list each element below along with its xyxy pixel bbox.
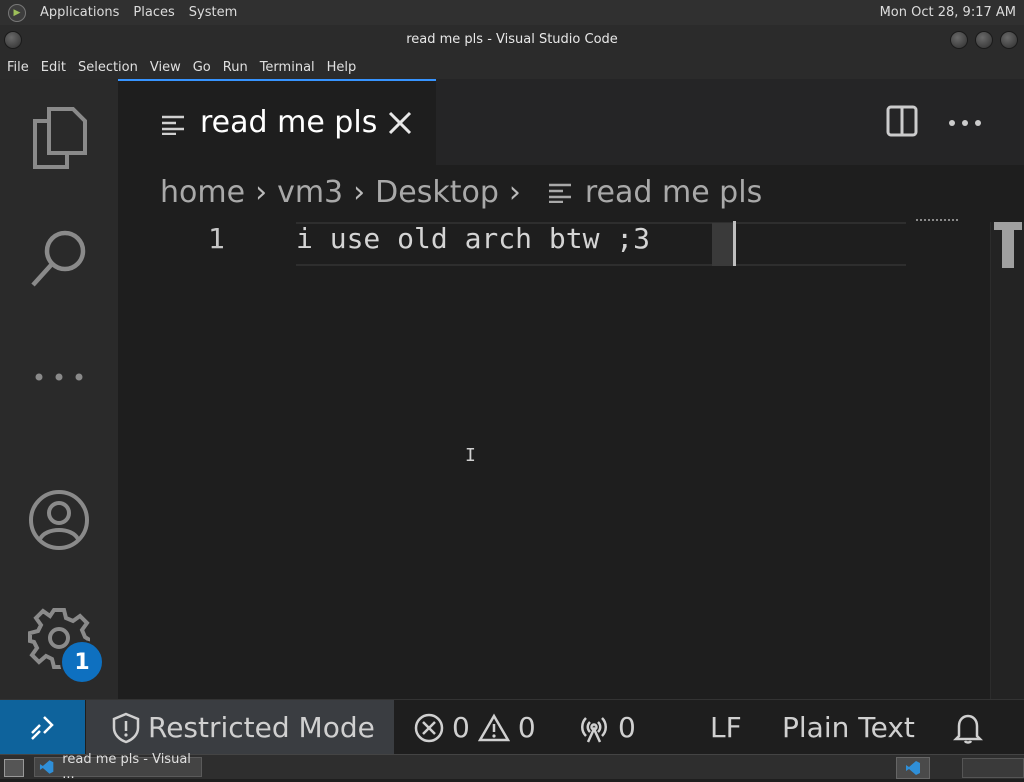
warning-count: 0 bbox=[517, 711, 536, 744]
places-menu[interactable]: Places bbox=[133, 5, 174, 20]
ports-count: 0 bbox=[618, 711, 636, 744]
clock[interactable]: Mon Oct 28, 9:17 AM bbox=[880, 5, 1016, 20]
activity-bar: 1 bbox=[0, 79, 118, 699]
maximize-icon[interactable] bbox=[975, 31, 993, 49]
minimap-line bbox=[916, 219, 958, 224]
more-actions-icon[interactable] bbox=[948, 119, 982, 127]
menubar: File Edit Selection View Go Run Terminal… bbox=[0, 55, 1024, 79]
window-title: read me pls - Visual Studio Code bbox=[406, 32, 618, 47]
vscode-icon bbox=[39, 760, 54, 774]
split-editor-icon[interactable] bbox=[886, 105, 918, 137]
scrollbar-thumb[interactable] bbox=[1002, 230, 1014, 268]
editor-area[interactable] bbox=[118, 222, 990, 699]
code-line[interactable]: i use old arch btw ;3 bbox=[296, 222, 650, 255]
menu-terminal[interactable]: Terminal bbox=[254, 60, 321, 75]
menu-run[interactable]: Run bbox=[217, 60, 254, 75]
breadcrumb: home › vm3 › Desktop › read me pls bbox=[160, 175, 762, 210]
text-cursor bbox=[733, 221, 736, 266]
show-desktop-icon[interactable] bbox=[4, 759, 24, 777]
applications-logo-icon[interactable]: ▶ bbox=[8, 3, 26, 22]
accounts-icon[interactable] bbox=[0, 489, 118, 551]
tab-label: read me pls bbox=[200, 105, 378, 140]
close-tab-icon[interactable] bbox=[388, 111, 412, 135]
line-number: 1 bbox=[208, 222, 225, 255]
breadcrumb-home[interactable]: home bbox=[160, 175, 245, 210]
menu-selection[interactable]: Selection bbox=[72, 60, 144, 75]
selection-highlight bbox=[712, 223, 733, 266]
vscode-icon bbox=[906, 761, 920, 775]
tab-read-me-pls[interactable]: read me pls bbox=[118, 79, 436, 165]
error-icon bbox=[414, 713, 444, 742]
eol-indicator[interactable]: LF bbox=[710, 700, 742, 755]
settings-badge: 1 bbox=[60, 640, 104, 684]
close-window-icon[interactable] bbox=[1000, 31, 1018, 49]
ports-indicator[interactable]: 0 bbox=[578, 700, 636, 755]
remote-indicator[interactable] bbox=[0, 700, 85, 755]
mouse-ibeam-icon: I bbox=[465, 445, 476, 466]
text-file-icon bbox=[162, 115, 184, 135]
chevron-right-icon: › bbox=[508, 175, 521, 210]
problems-indicator[interactable]: 0 0 bbox=[414, 700, 536, 755]
breadcrumb-desktop[interactable]: Desktop bbox=[375, 175, 499, 210]
remote-icon bbox=[30, 715, 54, 740]
chevron-right-icon: › bbox=[255, 175, 268, 210]
menu-edit[interactable]: Edit bbox=[35, 60, 72, 75]
scrollbar-thumb-top[interactable] bbox=[994, 222, 1022, 230]
window-titlebar[interactable]: read me pls - Visual Studio Code bbox=[0, 25, 1024, 55]
top-panel: ▶ Applications Places System ⋮ Mon Oct 2… bbox=[0, 0, 1024, 25]
minimap[interactable] bbox=[990, 222, 1024, 699]
menu-view[interactable]: View bbox=[144, 60, 187, 75]
more-icon[interactable] bbox=[0, 369, 118, 385]
status-bar: Restricted Mode 0 0 0 LF Plain Text bbox=[0, 699, 1024, 755]
search-icon[interactable] bbox=[0, 227, 118, 291]
workspace-switcher[interactable] bbox=[896, 757, 930, 779]
editor-tabs: read me pls bbox=[118, 79, 1024, 165]
broadcast-icon bbox=[581, 716, 607, 743]
shield-icon bbox=[112, 712, 140, 743]
restricted-mode-button[interactable]: Restricted Mode bbox=[86, 700, 394, 755]
chevron-right-icon: › bbox=[353, 175, 366, 210]
menu-go[interactable]: Go bbox=[187, 60, 217, 75]
breadcrumb-file[interactable]: read me pls bbox=[585, 175, 762, 210]
warning-icon bbox=[477, 713, 510, 741]
breadcrumb-vm3[interactable]: vm3 bbox=[277, 175, 343, 210]
window-menu-icon[interactable] bbox=[4, 31, 22, 49]
taskbar: read me pls - Visual ... bbox=[0, 752, 1024, 782]
text-file-icon bbox=[548, 183, 571, 203]
system-menu[interactable]: System bbox=[189, 5, 237, 20]
applications-menu[interactable]: Applications bbox=[40, 5, 119, 20]
language-mode[interactable]: Plain Text bbox=[782, 700, 915, 755]
minimize-icon[interactable] bbox=[950, 31, 968, 49]
bell-icon bbox=[953, 714, 983, 744]
taskbar-window-button[interactable]: read me pls - Visual ... bbox=[34, 752, 202, 782]
menu-help[interactable]: Help bbox=[321, 60, 363, 75]
notifications-button[interactable] bbox=[953, 700, 983, 755]
restricted-mode-label: Restricted Mode bbox=[148, 711, 375, 744]
workspace-2[interactable] bbox=[962, 758, 1024, 778]
menu-file[interactable]: File bbox=[0, 60, 35, 75]
explorer-icon[interactable] bbox=[0, 105, 118, 171]
error-count: 0 bbox=[452, 711, 470, 744]
